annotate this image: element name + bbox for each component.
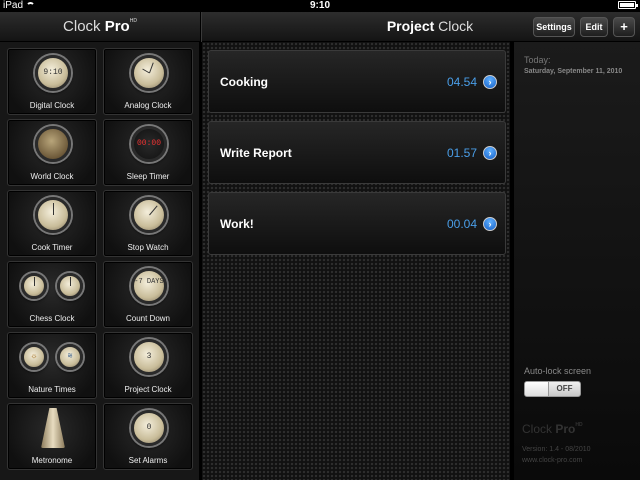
sidebar-item-count-down[interactable]: -7 DAYS Count Down	[103, 261, 193, 328]
sidebar-item-label: Set Alarms	[128, 456, 168, 465]
sidebar-item-project-clock[interactable]: 3 Project Clock	[103, 332, 193, 399]
sidebar-item-analog-clock[interactable]: Analog Clock	[103, 48, 193, 115]
brand-logo: Clock ProHD	[522, 422, 583, 436]
disclosure-arrow-icon[interactable]: ›	[483, 75, 497, 89]
page-title-rest: Clock	[438, 18, 474, 34]
autolock-toggle[interactable]: OFF	[524, 381, 581, 397]
waves-icon: ≋	[57, 344, 83, 370]
digital-clock-icon: 9:10	[35, 55, 71, 91]
sidebar-item-label: Digital Clock	[29, 101, 75, 110]
sun-icon: ☼	[21, 344, 47, 370]
project-clock-icon: 3	[131, 339, 167, 375]
sidebar-item-label: Analog Clock	[124, 101, 172, 110]
brand-bold: Pro	[555, 422, 576, 436]
top-bar: Clock ProHD Project Clock Settings Edit …	[0, 12, 640, 42]
sidebar-item-label: World Clock	[30, 172, 74, 181]
analog-clock-icon	[131, 55, 167, 91]
add-button[interactable]: +	[613, 17, 635, 37]
sidebar: 9:10 Digital Clock Analog Clock World Cl…	[0, 42, 201, 480]
sidebar-item-chess-clock[interactable]: Chess Clock	[7, 261, 97, 328]
project-name: Cooking	[220, 75, 268, 89]
disclosure-arrow-icon[interactable]: ›	[483, 146, 497, 160]
alarm-icon: 0	[131, 410, 167, 446]
sleep-timer-face-text: 00:00	[136, 139, 161, 148]
status-bar: iPad 9:10	[0, 0, 640, 12]
countdown-face-text: -7 DAYS	[134, 278, 164, 286]
website-link[interactable]: www.clock-pro.com	[522, 457, 582, 464]
sidebar-item-label: Chess Clock	[29, 314, 75, 323]
sidebar-item-digital-clock[interactable]: 9:10 Digital Clock	[7, 48, 97, 115]
cook-timer-icon	[35, 197, 71, 233]
project-time: 04.54	[446, 75, 477, 89]
page-title: Project Clock	[340, 18, 520, 34]
chess-clock-icon	[21, 273, 47, 299]
sidebar-item-label: Nature Times	[28, 385, 76, 394]
sidebar-item-sleep-timer[interactable]: 00:00 Sleep Timer	[103, 119, 193, 186]
edit-button[interactable]: Edit	[580, 17, 608, 37]
project-row-work[interactable]: Work! 00.04 ›	[208, 192, 506, 255]
app-title: Clock ProHD	[0, 18, 200, 35]
digital-clock-face-text: 9:10	[43, 68, 63, 77]
toggle-state: OFF	[556, 384, 573, 393]
sidebar-item-stop-watch[interactable]: Stop Watch	[103, 190, 193, 257]
status-time: 9:10	[309, 0, 330, 11]
sidebar-item-set-alarms[interactable]: 0 Set Alarms	[103, 403, 193, 470]
sleep-timer-icon: 00:00	[131, 126, 167, 162]
sidebar-item-label: Project Clock	[124, 385, 172, 394]
sidebar-item-cook-timer[interactable]: Cook Timer	[7, 190, 97, 257]
project-row-write-report[interactable]: Write Report 01.57 ›	[208, 121, 506, 184]
sidebar-item-nature-times[interactable]: ☼ ≋ Nature Times	[7, 332, 97, 399]
disclosure-arrow-icon[interactable]: ›	[483, 217, 497, 231]
app-title-sup: HD	[129, 18, 137, 24]
today-date: Saturday, September 11, 2010	[524, 68, 623, 75]
battery-icon	[618, 1, 638, 10]
project-name: Work!	[220, 217, 254, 231]
sidebar-item-label: Sleep Timer	[126, 172, 170, 181]
header-divider	[200, 12, 202, 42]
metronome-icon	[41, 408, 65, 448]
sidebar-item-world-clock[interactable]: World Clock	[7, 119, 97, 186]
project-time: 00.04	[446, 217, 477, 231]
stopwatch-icon	[131, 197, 167, 233]
toggle-knob	[525, 382, 549, 396]
chess-clock-icon	[57, 273, 83, 299]
sidebar-item-metronome[interactable]: Metronome	[7, 403, 97, 470]
sidebar-item-label: Stop Watch	[127, 243, 169, 252]
project-name: Write Report	[220, 146, 292, 160]
project-list: Cooking 04.54 › Write Report 01.57 › Wor…	[202, 42, 510, 480]
project-time: 01.57	[446, 146, 477, 160]
alarm-face-text: 0	[146, 423, 152, 432]
settings-button[interactable]: Settings	[533, 17, 575, 37]
sidebar-item-label: Count Down	[125, 314, 171, 323]
sidebar-item-label: Metronome	[31, 456, 73, 465]
countdown-icon: -7 DAYS	[131, 268, 167, 304]
today-label: Today:	[524, 55, 551, 65]
project-clock-face-text: 3	[146, 352, 152, 361]
project-row-cooking[interactable]: Cooking 04.54 ›	[208, 50, 506, 113]
brand-sup: HD	[575, 422, 583, 428]
battery-indicator	[615, 0, 638, 12]
page-title-bold: Project	[386, 18, 435, 34]
app-title-light: Clock	[63, 18, 101, 35]
version-text: Version: 1.4 - 08/2010	[522, 446, 591, 453]
autolock-label: Auto-lock screen	[524, 366, 592, 376]
info-panel: Today: Saturday, September 11, 2010 Auto…	[512, 42, 640, 480]
globe-icon	[35, 126, 71, 162]
sidebar-item-label: Cook Timer	[31, 243, 73, 252]
brand-light: Clock	[522, 422, 553, 436]
app-title-bold: Pro	[104, 18, 130, 35]
